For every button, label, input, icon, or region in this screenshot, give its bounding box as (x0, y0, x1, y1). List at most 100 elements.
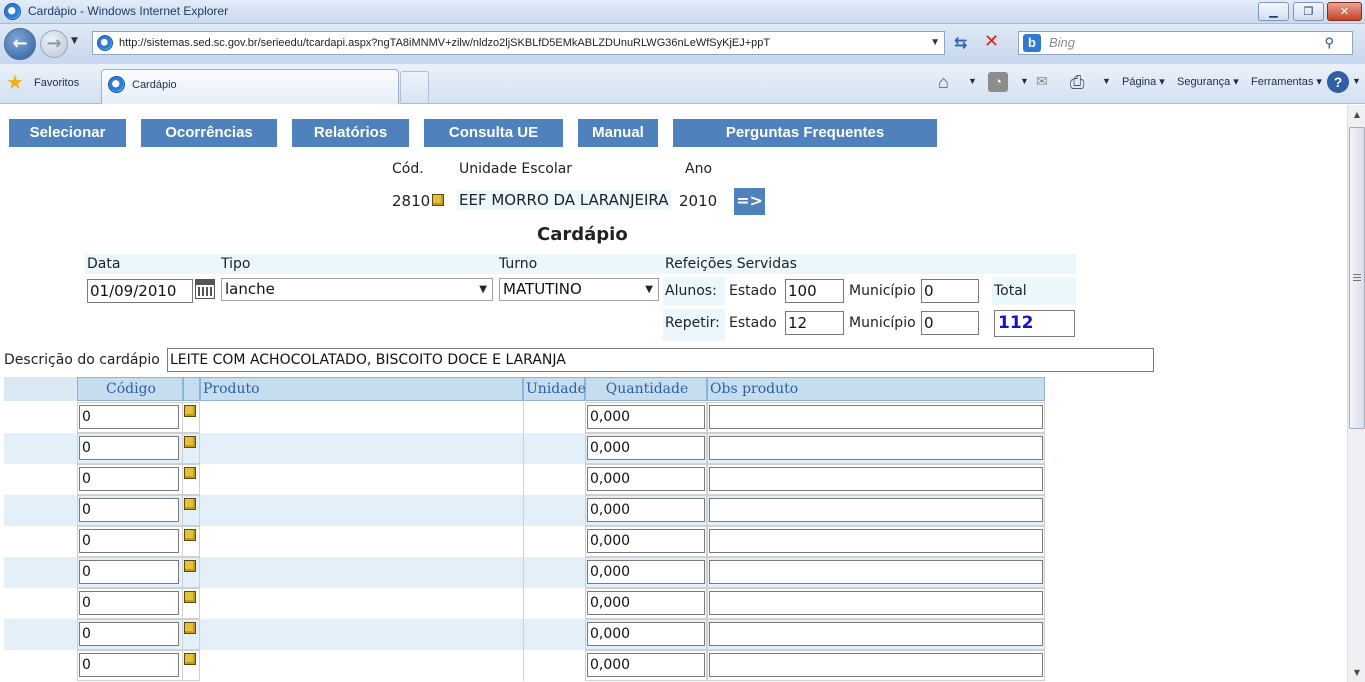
page-icon (97, 35, 113, 51)
nav-ocorrencias-button[interactable]: Ocorrências (141, 119, 277, 147)
help-dropdown-icon[interactable]: ▼ (1352, 76, 1361, 86)
stop-icon[interactable]: ✕ (984, 31, 999, 52)
nav-relatorios-button[interactable]: Relatórios (292, 119, 409, 147)
mail-icon[interactable]: ✉ (1036, 73, 1048, 90)
alunos-municipio-input[interactable]: 0 (921, 279, 979, 303)
obs-produto-input[interactable] (709, 467, 1043, 491)
codigo-input[interactable]: 0 (79, 405, 179, 429)
grip-icon (1353, 274, 1361, 281)
repetir-estado-input[interactable]: 12 (785, 311, 844, 335)
quantidade-input[interactable]: 0,000 (587, 467, 705, 491)
feeds-icon[interactable]: ◔ (988, 72, 1008, 92)
menu-seguranca[interactable]: Segurança ▾ (1177, 75, 1239, 88)
alunos-estado-input[interactable]: 100 (785, 279, 844, 303)
maximize-button[interactable]: ❐ (1293, 2, 1324, 21)
print-icon[interactable]: ⎙ (1070, 72, 1084, 93)
help-icon[interactable]: ? (1327, 71, 1349, 93)
search-field[interactable]: b Bing ⚲ (1018, 31, 1353, 55)
codigo-input[interactable]: 0 (79, 436, 179, 460)
codigo-input[interactable]: 0 (79, 529, 179, 553)
unidade-cell (523, 557, 524, 588)
repetir-municipio-input[interactable]: 0 (921, 311, 979, 335)
quantidade-input[interactable]: 0,000 (587, 436, 705, 460)
minimize-button[interactable]: ▁ (1258, 2, 1289, 21)
obs-produto-input[interactable] (709, 498, 1043, 522)
turno-select[interactable]: MATUTINO ▼ (499, 278, 659, 301)
nav-consulta-ue-button[interactable]: Consulta UE (424, 119, 563, 147)
feeds-dropdown-icon[interactable]: ▼ (1020, 76, 1029, 86)
quantidade-input[interactable]: 0,000 (587, 653, 705, 677)
forward-button[interactable]: → (40, 30, 68, 58)
codigo-input[interactable]: 0 (79, 622, 179, 646)
obs-produto-input[interactable] (709, 591, 1043, 615)
go-button[interactable]: => (734, 188, 765, 215)
lookup-icon[interactable] (184, 467, 196, 479)
obs-produto-input[interactable] (709, 622, 1043, 646)
nav-selecionar-button[interactable]: Selecionar (9, 119, 126, 147)
quantidade-input[interactable]: 0,000 (587, 591, 705, 615)
codigo-input[interactable]: 0 (79, 591, 179, 615)
search-placeholder: Bing (1049, 35, 1076, 50)
turno-value: MATUTINO (503, 280, 582, 298)
calendar-icon[interactable] (195, 279, 215, 299)
menu-pagina[interactable]: Página ▾ (1122, 75, 1165, 88)
vertical-scrollbar[interactable]: ▲ ▼ (1347, 105, 1365, 682)
favorites-bar: ★ Favoritos Cardápio ⌂ ▼ ◔ ▼ ✉ ⎙ ▼ Págin… (0, 64, 1365, 104)
quantidade-input[interactable]: 0,000 (587, 405, 705, 429)
lookup-icon[interactable] (184, 529, 196, 541)
obs-produto-input[interactable] (709, 436, 1043, 460)
quantidade-input[interactable]: 0,000 (587, 498, 705, 522)
quantidade-input[interactable]: 0,000 (587, 622, 705, 646)
obs-produto-input[interactable] (709, 529, 1043, 553)
table-row: 0 0,000 (0, 433, 1045, 464)
obs-produto-input[interactable] (709, 405, 1043, 429)
menu-ferramentas[interactable]: Ferramentas ▾ (1251, 75, 1322, 88)
lookup-icon[interactable] (184, 560, 196, 572)
lookup-icon[interactable] (432, 194, 444, 206)
total-label: Total (994, 283, 1027, 299)
quantidade-input[interactable]: 0,000 (587, 560, 705, 584)
codigo-input[interactable]: 0 (79, 498, 179, 522)
scroll-down-icon[interactable]: ▼ (1349, 664, 1365, 681)
codigo-input[interactable]: 0 (79, 467, 179, 491)
scroll-thumb[interactable] (1349, 127, 1365, 429)
refresh-icon[interactable]: ⇆ (954, 33, 967, 52)
lookup-icon[interactable] (184, 591, 196, 603)
quantidade-input[interactable]: 0,000 (587, 529, 705, 553)
obs-produto-input[interactable] (709, 560, 1043, 584)
tab-cardapio[interactable]: Cardápio (101, 69, 399, 104)
lookup-icon[interactable] (184, 405, 196, 417)
codigo-input[interactable]: 0 (79, 653, 179, 677)
unidade-cell (523, 650, 524, 681)
favorites-button[interactable]: ★ Favoritos (6, 72, 79, 96)
repetir-label: Repetir: (665, 315, 720, 331)
turno-label: Turno (499, 256, 538, 272)
url-field[interactable]: http://sistemas.sed.sc.gov.br/serieedu/t… (92, 31, 945, 55)
lookup-icon[interactable] (184, 653, 196, 665)
home-icon[interactable]: ⌂ (938, 72, 949, 93)
codigo-input[interactable]: 0 (79, 560, 179, 584)
obs-produto-input[interactable] (709, 653, 1043, 677)
print-dropdown-icon[interactable]: ▼ (1102, 76, 1111, 86)
nav-perguntas-frequentes-button[interactable]: Perguntas Frequentes (673, 119, 937, 147)
home-dropdown-icon[interactable]: ▼ (968, 76, 977, 86)
url-dropdown-icon[interactable]: ▼ (930, 32, 940, 54)
back-button[interactable]: ← (4, 28, 36, 60)
new-tab-button[interactable] (400, 71, 429, 102)
lookup-icon[interactable] (184, 436, 196, 448)
scroll-up-icon[interactable]: ▲ (1349, 106, 1365, 123)
nav-manual-button[interactable]: Manual (578, 119, 658, 147)
grid-header: Código Produto Unidade Quantidade Obs pr… (0, 377, 1045, 401)
lookup-icon[interactable] (184, 498, 196, 510)
table-row: 0 0,000 (0, 402, 1045, 433)
window-title-bar: Cardápio - Windows Internet Explorer ▁ ❐… (0, 0, 1365, 24)
search-icon[interactable]: ⚲ (1324, 32, 1334, 54)
cod-label: Cód. (392, 161, 424, 177)
lookup-icon[interactable] (184, 622, 196, 634)
tipo-select[interactable]: lanche ▼ (221, 278, 493, 301)
history-dropdown-icon[interactable]: ▼ (71, 36, 78, 46)
close-button[interactable]: ✕ (1327, 2, 1362, 21)
alunos-estado-label: Estado (729, 283, 777, 299)
descricao-input[interactable]: LEITE COM ACHOCOLATADO, BISCOITO DOCE E … (167, 348, 1154, 372)
date-input[interactable]: 01/09/2010 (87, 279, 193, 303)
